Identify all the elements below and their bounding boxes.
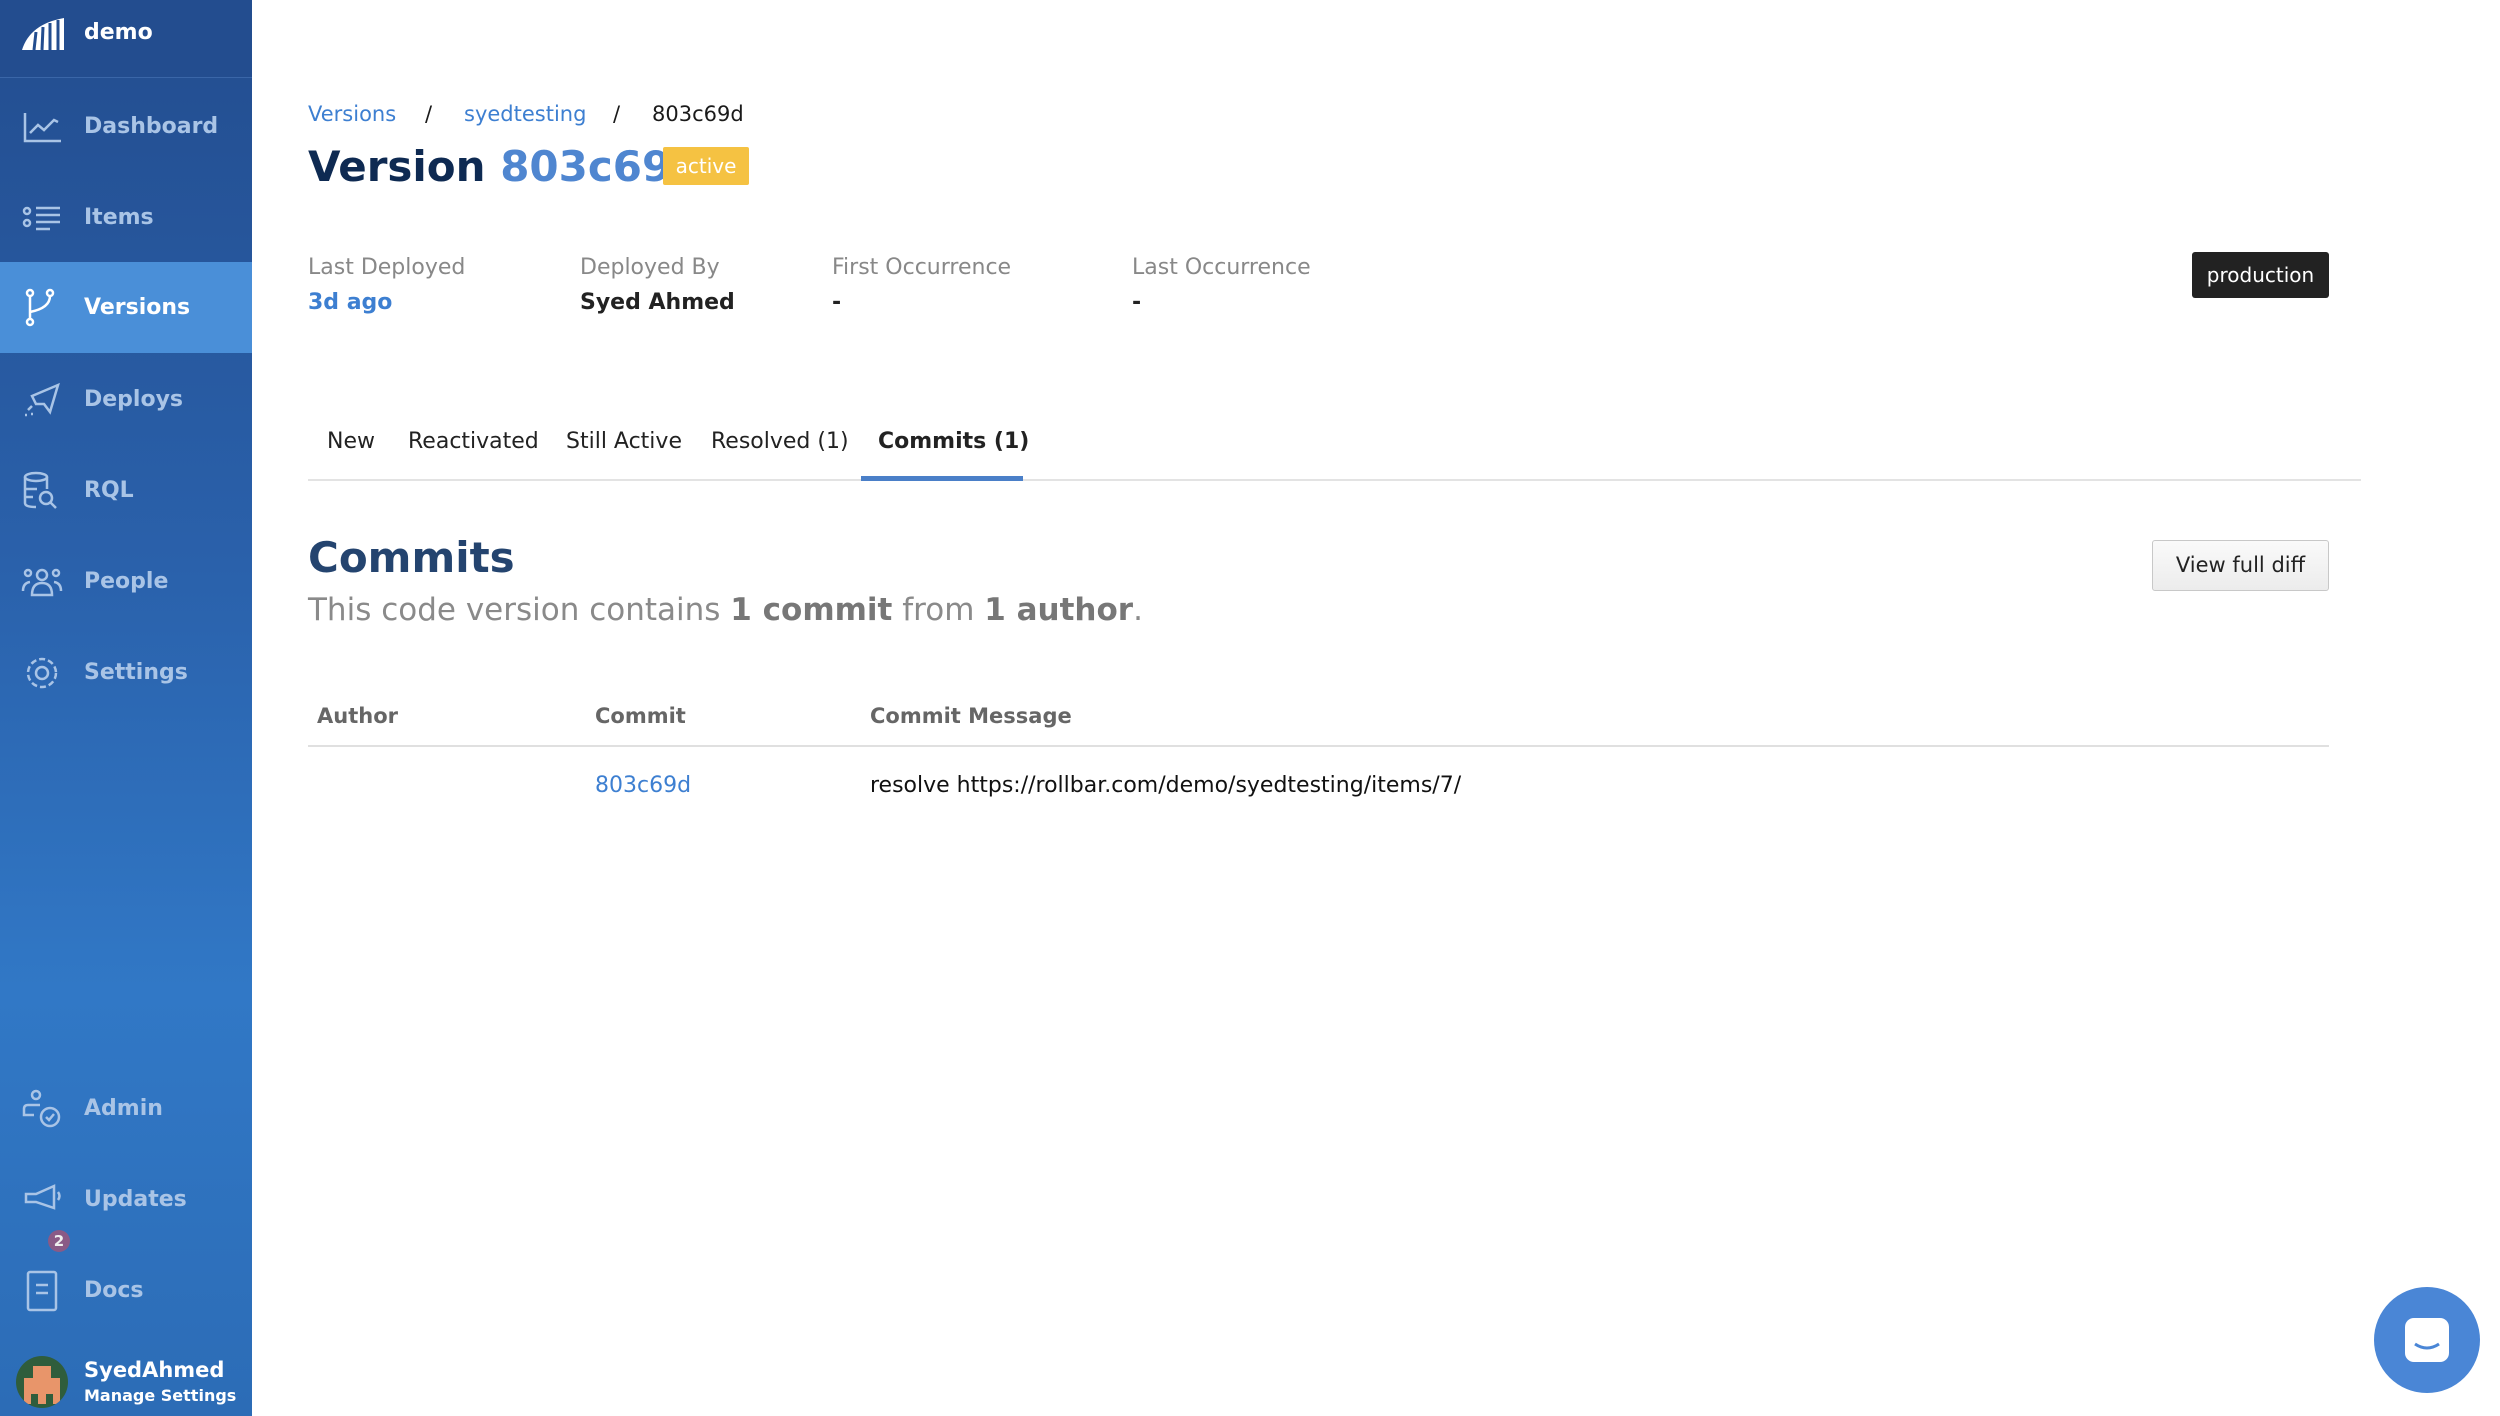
sidebar-item-label: Docs <box>84 1278 144 1303</box>
summary-text: . <box>1133 592 1143 628</box>
org-name: demo <box>84 20 153 45</box>
sidebar-item-label: Deploys <box>84 387 184 412</box>
deployed-by-value: Syed Ahmed <box>580 290 735 315</box>
sidebar-item-label: RQL <box>84 478 134 503</box>
table-header-divider <box>308 745 2329 747</box>
sidebar-item-label: Versions <box>84 295 191 320</box>
meta-label: Last Occurrence <box>1132 255 1311 280</box>
tab-reactivated[interactable]: Reactivated <box>408 429 539 454</box>
view-full-diff-button[interactable]: View full diff <box>2152 540 2329 591</box>
sidebar-item-dashboard[interactable]: Dashboard <box>0 81 252 172</box>
rocket-icon <box>20 380 64 420</box>
database-search-icon <box>20 471 64 511</box>
user-menu[interactable]: SyedAhmed Manage Settings <box>0 1350 252 1416</box>
summary-text: from <box>892 592 985 628</box>
meta-label: Last Deployed <box>308 255 466 280</box>
tab-divider <box>308 479 2361 481</box>
sidebar-item-label: Dashboard <box>84 114 219 139</box>
sidebar-item-admin[interactable]: Admin <box>0 1063 252 1154</box>
chart-line-icon <box>20 107 64 147</box>
chat-launcher-button[interactable] <box>2374 1287 2480 1393</box>
breadcrumb-current: 803c69d <box>652 102 744 126</box>
sidebar-item-updates[interactable]: 2 Updates <box>0 1154 252 1252</box>
book-icon <box>20 1270 64 1311</box>
commits-heading: Commits <box>308 533 515 582</box>
breadcrumb-project[interactable]: syedtesting <box>464 102 586 126</box>
breadcrumb-versions[interactable]: Versions <box>308 102 396 126</box>
sidebar-item-label: Items <box>84 205 154 230</box>
column-header-message: Commit Message <box>870 704 1072 728</box>
branch-icon <box>20 288 64 328</box>
summary-author-count: 1 author <box>984 592 1134 628</box>
sidebar-item-settings[interactable]: Settings <box>0 627 252 718</box>
manage-settings-link[interactable]: Manage Settings <box>84 1386 236 1405</box>
tab-commits[interactable]: Commits (1) <box>878 429 1029 454</box>
org-switcher[interactable]: demo <box>0 0 252 78</box>
last-deployed-link[interactable]: 3d ago <box>308 290 392 315</box>
sidebar: demo Dashboard Items Versions Deploys RQ… <box>0 0 252 1416</box>
summary-text: This code version contains <box>308 592 731 628</box>
breadcrumb-separator: / <box>613 102 621 126</box>
chat-icon <box>2405 1318 2449 1362</box>
last-occurrence-value: - <box>1132 290 1142 315</box>
gear-icon <box>20 653 64 693</box>
tab-still-active[interactable]: Still Active <box>566 429 682 454</box>
environment-badge: production <box>2192 252 2329 298</box>
sidebar-item-label: Updates <box>84 1187 187 1212</box>
sidebar-item-items[interactable]: Items <box>0 172 252 263</box>
tab-new[interactable]: New <box>327 429 375 454</box>
megaphone-icon: 2 <box>20 1180 70 1252</box>
meta-label: Deployed By <box>580 255 720 280</box>
sidebar-item-label: People <box>84 569 169 594</box>
commit-hash-link[interactable]: 803c69d <box>595 773 691 798</box>
title-prefix: Version <box>308 142 486 191</box>
sidebar-item-docs[interactable]: Docs <box>0 1245 252 1336</box>
avatar <box>16 1356 68 1408</box>
commit-message: resolve https://rollbar.com/demo/syedtes… <box>870 773 1462 798</box>
commits-summary: This code version contains 1 commit from… <box>308 592 1143 628</box>
summary-commit-count: 1 commit <box>730 592 893 628</box>
status-badge: active <box>663 147 749 185</box>
rollbar-logo-icon <box>22 18 64 51</box>
sidebar-item-deploys[interactable]: Deploys <box>0 354 252 445</box>
user-name: SyedAhmed <box>84 1358 225 1382</box>
breadcrumb-separator: / <box>425 102 433 126</box>
tab-resolved[interactable]: Resolved (1) <box>711 429 849 454</box>
sidebar-item-people[interactable]: People <box>0 536 252 627</box>
sidebar-item-rql[interactable]: RQL <box>0 445 252 536</box>
page-title: Version 803c69d <box>308 142 701 191</box>
sidebar-item-label: Settings <box>84 660 188 685</box>
sidebar-item-versions[interactable]: Versions <box>0 262 252 353</box>
admin-icon <box>20 1089 64 1129</box>
column-header-commit: Commit <box>595 704 686 728</box>
active-tab-indicator <box>861 476 1023 481</box>
people-icon <box>20 562 64 602</box>
first-occurrence-value: - <box>832 290 842 315</box>
column-header-author: Author <box>317 704 398 728</box>
sidebar-item-label: Admin <box>84 1096 163 1121</box>
meta-label: First Occurrence <box>832 255 1012 280</box>
list-icon <box>20 198 64 238</box>
